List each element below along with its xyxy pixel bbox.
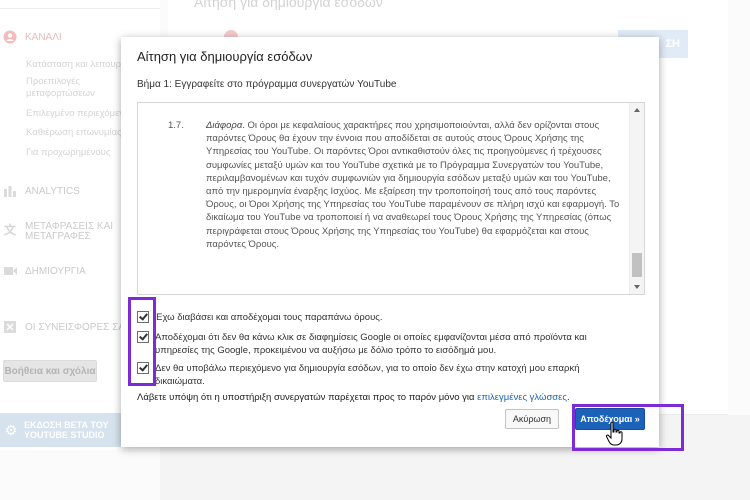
- accept-button-highlight-box: [572, 404, 684, 451]
- scroll-up-arrow-icon[interactable]: [634, 108, 640, 112]
- terms-text: Διάφορα. Οι όροι με κεφαλαίους χαρακτήρε…: [206, 119, 626, 251]
- checkbox-highlight-box: [128, 297, 156, 386]
- scroll-thumb[interactable]: [632, 253, 642, 277]
- note-end: .: [567, 392, 570, 403]
- checkbox-row-terms: Έχω διαβάσει και αποδέχομαι τους παραπάν…: [137, 311, 625, 324]
- checkbox-label: Έχω διαβάσει και αποδέχομαι τους παραπάν…: [155, 312, 383, 323]
- terms-body: . Οι όροι με κεφαλαίους χαρακτήρες που χ…: [206, 120, 620, 250]
- monetization-dialog: Αίτηση για δημιουργία εσόδων Βήμα 1: Εγγ…: [121, 37, 659, 447]
- terms-box[interactable]: 1.7. Διάφορα. Οι όροι με κεφαλαίους χαρα…: [137, 102, 645, 295]
- terms-scrollbar[interactable]: [629, 103, 644, 294]
- dialog-step: Βήμα 1: Εγγραφείτε στο πρόγραμμα συνεργα…: [137, 79, 397, 90]
- selected-languages-link[interactable]: επιλεγμένες γλώσσες: [477, 392, 567, 403]
- terms-heading: Διάφορα: [206, 120, 243, 131]
- checkbox-label: Δεν θα υποβάλω περιεχόμενο για δημιουργί…: [155, 363, 580, 387]
- terms-section-number: 1.7.: [168, 120, 184, 131]
- note-text: Λάβετε υπόψη ότι η υποστήριξη συνεργατών…: [137, 392, 478, 403]
- scroll-down-arrow-icon[interactable]: [634, 285, 640, 289]
- hand-cursor-icon: [605, 421, 623, 446]
- checkbox-row-ads: Αποδέχομαι ότι δεν θα κάνω κλικ σε διαφη…: [137, 331, 625, 357]
- cancel-button[interactable]: Ακύρωση: [505, 409, 559, 429]
- checkbox-row-rights: Δεν θα υποβάλω περιεχόμενο για δημιουργί…: [137, 362, 625, 388]
- partner-support-note: Λάβετε υπόψη ότι η υποστήριξη συνεργατών…: [137, 392, 570, 403]
- checkbox-label: Αποδέχομαι ότι δεν θα κάνω κλικ σε διαφη…: [155, 332, 587, 356]
- dialog-title: Αίτηση για δημιουργία εσόδων: [137, 49, 313, 64]
